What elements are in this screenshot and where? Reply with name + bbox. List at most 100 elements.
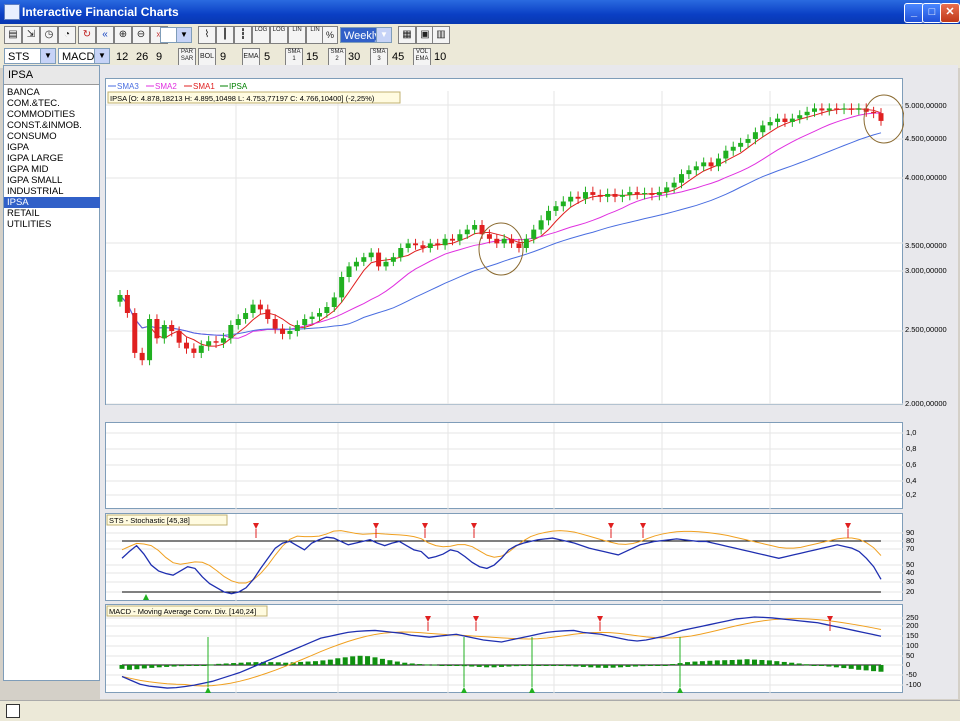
histogram-bar xyxy=(647,665,653,666)
sma1-param[interactable]: 15 xyxy=(306,51,318,63)
minimize-button[interactable]: _ xyxy=(904,3,924,23)
list-item-retail[interactable]: RETAIL xyxy=(4,208,100,219)
app-icon xyxy=(4,4,20,20)
buy-signal-marker xyxy=(677,687,683,693)
ema-param[interactable]: 5 xyxy=(264,51,270,63)
volume-panel[interactable] xyxy=(105,422,904,510)
percent-scale-button[interactable]: % xyxy=(322,26,338,44)
histogram-bar xyxy=(141,665,147,669)
list-item-commodities[interactable]: COMMODITIES xyxy=(4,109,100,120)
symbol-select[interactable]: STS ▼ xyxy=(4,48,56,64)
histogram-bar xyxy=(305,661,311,665)
lin-scale-button[interactable]: LIN xyxy=(288,26,306,44)
legend-sma1: SMA1 xyxy=(193,82,215,91)
bollinger-button[interactable]: BOL xyxy=(198,48,216,66)
histogram-bar xyxy=(774,661,780,665)
sell-signal-marker xyxy=(597,616,603,622)
rewind-icon[interactable]: « xyxy=(96,26,114,44)
candle xyxy=(708,162,714,167)
clock-icon[interactable]: ◔ xyxy=(58,26,76,44)
y-axis-label: 4.500,00000 xyxy=(905,134,947,143)
sma3-param[interactable]: 45 xyxy=(392,51,404,63)
volume-ema-param[interactable]: 10 xyxy=(434,51,446,63)
histogram-bar xyxy=(476,665,482,667)
fullscreen-icon[interactable] xyxy=(6,704,20,718)
histogram-bar xyxy=(186,665,192,666)
panel-icon[interactable]: ▥ xyxy=(432,26,450,44)
sell-signal-marker xyxy=(640,523,646,529)
list-item-igpa[interactable]: IGPA xyxy=(4,142,100,153)
histogram-bar xyxy=(350,656,356,665)
macd-slow-param[interactable]: 26 xyxy=(136,51,148,63)
ema-button[interactable]: EMA xyxy=(242,48,260,66)
candlestick-icon[interactable]: ┇ xyxy=(234,26,252,44)
line-chart-icon[interactable]: ⌇ xyxy=(198,26,216,44)
candle xyxy=(280,328,286,334)
stochastic-axis-svg: 90807050403020 xyxy=(906,528,914,596)
macd-signal-param[interactable]: 9 xyxy=(156,51,162,63)
list-item-consumo[interactable]: CONSUMO xyxy=(4,131,100,142)
stochastic-panel[interactable]: STS - Stochastic [45,38] xyxy=(105,513,904,602)
histogram-bar xyxy=(714,660,720,665)
sma2-button[interactable]: SMA 2 xyxy=(328,48,346,66)
macd-fast-param[interactable]: 12 xyxy=(116,51,128,63)
sma2-param[interactable]: 30 xyxy=(348,51,360,63)
volume-ema-button[interactable]: VOL EMA xyxy=(413,48,431,66)
histogram-bar xyxy=(818,665,824,666)
price-panel[interactable]: SMA3 SMA2 SMA1 IPSA IPSA [O: 4.878,18213… xyxy=(105,78,904,405)
histogram-bar xyxy=(729,660,735,665)
list-item-banca[interactable]: BANCA xyxy=(4,87,100,98)
zoom-out-icon[interactable]: ⊖ xyxy=(132,26,150,44)
list-item-constinmob[interactable]: CONST.&INMOB. xyxy=(4,120,100,131)
log-scale-button[interactable]: LOG xyxy=(252,26,270,44)
sma3-button[interactable]: SMA 3 xyxy=(370,48,388,66)
candle xyxy=(826,108,832,111)
bar-chart-icon[interactable]: ┃ xyxy=(216,26,234,44)
bollinger-param[interactable]: 9 xyxy=(220,51,226,63)
list-item-igpa-mid[interactable]: IGPA MID xyxy=(4,164,100,175)
maximize-button[interactable]: □ xyxy=(922,3,942,23)
y-axis-label: 30 xyxy=(906,577,914,586)
period-value: Weekly xyxy=(344,30,380,42)
candle xyxy=(383,261,389,267)
refresh-icon[interactable]: ↻ xyxy=(78,26,96,44)
candle xyxy=(361,257,367,262)
list-item-ipsa[interactable]: IPSA xyxy=(4,197,100,208)
zoom-combo[interactable]: ▼ xyxy=(160,27,192,43)
period-select[interactable]: Weekly ▼ xyxy=(340,27,392,43)
timer-icon[interactable]: ◷ xyxy=(40,26,58,44)
histogram-bar xyxy=(707,660,713,665)
y-axis-label: 0 xyxy=(906,660,910,669)
candle xyxy=(612,193,618,197)
list-item-comtec[interactable]: COM.&TEC. xyxy=(4,98,100,109)
list-item-igpa-small[interactable]: IGPA SMALL xyxy=(4,175,100,186)
print-icon[interactable]: ▤ xyxy=(4,26,22,44)
close-button[interactable]: ✕ xyxy=(940,3,960,23)
histogram-bar xyxy=(640,665,646,667)
candle xyxy=(420,245,426,248)
candle xyxy=(235,319,241,325)
y-axis-label: 70 xyxy=(906,544,914,553)
histogram-bar xyxy=(156,665,162,668)
list-item-industrial[interactable]: INDUSTRIAL xyxy=(4,186,100,197)
y-axis-label: 100 xyxy=(906,641,919,650)
macd-panel[interactable]: MACD - Moving Average Conv. Div. [140,24… xyxy=(105,604,904,694)
candle xyxy=(316,313,322,317)
histogram-bar xyxy=(179,665,185,667)
list-item-utilities[interactable]: UTILITIES xyxy=(4,219,100,230)
palette-icon[interactable]: ▦ xyxy=(398,26,416,44)
zoom-in-icon[interactable]: ⊕ xyxy=(114,26,132,44)
sma1-button[interactable]: SMA 1 xyxy=(285,48,303,66)
y-axis-label: -50 xyxy=(906,670,917,679)
y-axis-label: 0,6 xyxy=(906,460,916,469)
list-item-igpa-large[interactable]: IGPA LARGE xyxy=(4,153,100,164)
candle xyxy=(390,257,396,262)
histogram-bar xyxy=(722,660,728,665)
histogram-bar xyxy=(164,665,170,667)
parsar-button[interactable]: PAR SAR xyxy=(178,48,196,66)
export-icon[interactable]: ⇲ xyxy=(22,26,40,44)
histogram-bar xyxy=(246,662,251,665)
log-scale-alt-button[interactable]: LOG xyxy=(270,26,288,44)
histogram-bar xyxy=(595,665,601,668)
indicator-select[interactable]: MACD ▼ xyxy=(58,48,110,64)
